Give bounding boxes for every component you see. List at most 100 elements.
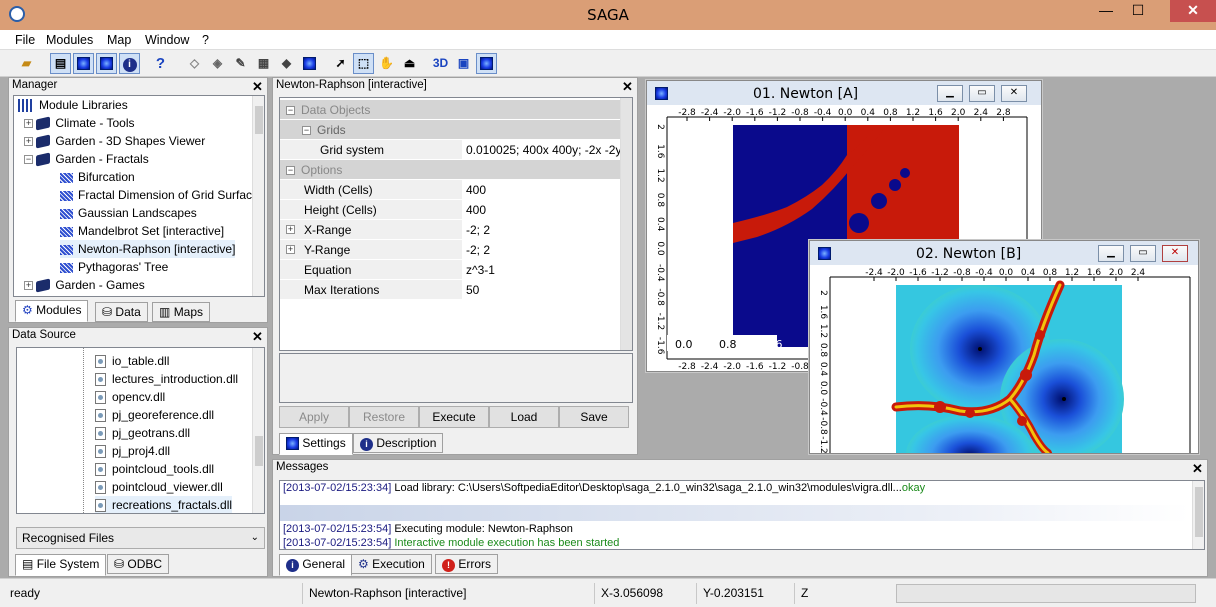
expand-icon[interactable]: + xyxy=(286,225,295,234)
maximize-button[interactable]: ☐ xyxy=(1124,0,1152,22)
data-source-close-icon[interactable]: ✕ xyxy=(252,329,263,345)
tool-5-icon[interactable]: ◆ xyxy=(276,53,297,74)
tool-4-icon[interactable]: ▦ xyxy=(253,53,274,74)
tab-modules[interactable]: ⚙ Modules xyxy=(15,300,89,322)
tree-item-3d-shapes[interactable]: + Garden - 3D Shapes Viewer xyxy=(24,132,205,150)
map-window-b[interactable]: 02. Newton [B] ▁ ▭ ✕ -2.4 -2.0 -1.6 -1.2… xyxy=(809,240,1199,454)
collapse-icon[interactable]: − xyxy=(286,166,295,176)
minimize-button[interactable]: ▁ xyxy=(937,85,963,102)
data-source-toggle-icon[interactable] xyxy=(73,53,94,74)
tree-item-climate[interactable]: + Climate - Tools xyxy=(24,114,134,132)
menu-map[interactable]: Map xyxy=(107,33,131,47)
menu-window[interactable]: Window xyxy=(145,33,189,47)
manager-close-icon[interactable]: ✕ xyxy=(252,79,263,95)
tree-root[interactable]: Module Libraries xyxy=(18,96,128,114)
execute-button[interactable]: Execute xyxy=(419,406,489,428)
open-folder-icon[interactable]: ▰ xyxy=(16,53,37,74)
minimize-button[interactable]: ▁ xyxy=(1098,245,1124,262)
tree-item-games[interactable]: + Garden - Games xyxy=(24,276,145,294)
map-b-canvas[interactable]: -2.4 -2.0 -1.6 -1.2 -0.8 -0.4 0.0 0.4 0.8 1.2 1.6 2… xyxy=(810,265,1198,453)
scroll-thumb[interactable] xyxy=(255,106,263,134)
tab-odbc[interactable]: ⛁ ODBC xyxy=(107,554,170,574)
tool-6-icon[interactable] xyxy=(299,53,320,74)
save-button[interactable]: Save xyxy=(559,406,629,428)
tool-1-icon[interactable]: ◇ xyxy=(184,53,205,74)
3d-view-icon[interactable]: 3D xyxy=(430,53,451,74)
file-tree-scrollbar[interactable] xyxy=(252,348,264,513)
collapse-icon[interactable]: − xyxy=(24,155,33,165)
section-grids[interactable]: − Grids xyxy=(280,120,630,140)
tree-item-mandelbrot[interactable]: Mandelbrot Set [interactive] xyxy=(60,222,224,240)
menu-modules[interactable]: Modules xyxy=(46,33,93,47)
load-button[interactable]: Load xyxy=(489,406,559,428)
tab-description[interactable]: i Description xyxy=(353,433,444,453)
property-value[interactable]: -2; 2 xyxy=(462,220,630,240)
file-item[interactable]: pointcloud_viewer.dll xyxy=(95,478,223,496)
layout-icon[interactable]: ▣ xyxy=(453,53,474,74)
tree-item-bifurcation[interactable]: Bifurcation xyxy=(60,168,135,186)
file-item[interactable]: pj_proj4.dll xyxy=(95,442,170,460)
tab-execution[interactable]: ⚙ Execution xyxy=(351,554,432,574)
tree-item-newton-raphson[interactable]: Newton-Raphson [interactive] xyxy=(60,240,236,258)
file-item[interactable]: opencv.dll xyxy=(95,388,165,406)
property-value[interactable]: -2; 2 xyxy=(462,240,630,260)
tool-2-icon[interactable]: ◈ xyxy=(207,53,228,74)
property-width[interactable]: Width (Cells) 400 xyxy=(280,180,630,200)
apply-button[interactable]: Apply xyxy=(279,406,349,428)
section-options[interactable]: − Options xyxy=(280,160,630,180)
file-item[interactable]: pointcloud_tools.dll xyxy=(95,460,214,478)
expand-icon[interactable]: + xyxy=(24,119,33,129)
file-item[interactable]: io_table.dll xyxy=(95,352,169,370)
info-toggle-icon[interactable]: i xyxy=(119,53,140,74)
expand-icon[interactable]: + xyxy=(24,281,33,291)
collapse-icon[interactable]: − xyxy=(286,106,295,116)
property-max-iterations[interactable]: Max Iterations 50 xyxy=(280,280,630,300)
property-y-range[interactable]: + Y-Range -2; 2 xyxy=(280,240,630,260)
maximize-button[interactable]: ▭ xyxy=(969,85,995,102)
menu-help[interactable]: ? xyxy=(202,33,209,47)
property-value[interactable]: 50 xyxy=(462,280,630,300)
property-value[interactable]: 400 xyxy=(462,200,630,220)
file-item[interactable]: pj_geotrans.dll xyxy=(95,424,190,442)
collapse-icon[interactable]: − xyxy=(302,126,311,136)
pan-hand-icon[interactable]: ✋ xyxy=(376,53,397,74)
expand-icon[interactable]: + xyxy=(24,137,33,147)
help-icon[interactable]: ? xyxy=(150,53,171,74)
tab-data[interactable]: ⛁ Data xyxy=(95,302,148,322)
tree-item-gaussian[interactable]: Gaussian Landscapes xyxy=(60,204,197,222)
property-grid-system[interactable]: Grid system 0.010025; 400x 400y; -2x -2y xyxy=(280,140,630,160)
file-item-selected[interactable]: recreations_fractals.dll xyxy=(95,496,233,513)
property-equation[interactable]: Equation z^3-1 xyxy=(280,260,630,280)
property-grid-scrollbar[interactable] xyxy=(620,98,632,350)
tool-3-icon[interactable]: ✎ xyxy=(230,53,251,74)
settings-toggle-icon[interactable] xyxy=(96,53,117,74)
tab-settings[interactable]: Settings xyxy=(279,433,353,455)
messages-close-icon[interactable]: ✕ xyxy=(1192,461,1203,477)
expand-icon[interactable]: + xyxy=(286,245,295,254)
close-button[interactable]: ✕ xyxy=(1001,85,1027,102)
zoom-box-icon[interactable]: ⬚ xyxy=(353,53,374,74)
restore-button[interactable]: Restore xyxy=(349,406,419,428)
settings-close-icon[interactable]: ✕ xyxy=(622,79,633,95)
manager-scrollbar[interactable] xyxy=(252,96,264,296)
tab-file-system[interactable]: ▤ File System xyxy=(15,554,107,576)
menu-file[interactable]: File xyxy=(15,33,35,47)
close-button[interactable]: ✕ xyxy=(1170,0,1216,22)
tab-maps[interactable]: ▥ Maps xyxy=(152,302,211,322)
scroll-thumb[interactable] xyxy=(1195,487,1203,537)
section-data-objects[interactable]: − Data Objects xyxy=(280,100,630,120)
manager-toggle-icon[interactable]: ▤ xyxy=(50,53,71,74)
close-button[interactable]: ✕ xyxy=(1162,245,1188,262)
tree-item-pythagoras[interactable]: Pythagoras' Tree xyxy=(60,258,168,276)
scroll-thumb[interactable] xyxy=(255,436,263,466)
file-filter-select[interactable]: Recognised Files ⌄ xyxy=(16,527,265,549)
measure-icon[interactable]: ⏏ xyxy=(399,53,420,74)
property-value[interactable]: z^3-1 xyxy=(462,260,630,280)
tree-item-fractals[interactable]: − Garden - Fractals xyxy=(24,150,149,168)
minimize-button[interactable]: — xyxy=(1092,0,1120,22)
file-item[interactable]: lectures_introduction.dll xyxy=(95,370,238,388)
tab-general[interactable]: i General xyxy=(279,554,353,576)
property-value[interactable]: 0.010025; 400x 400y; -2x -2y xyxy=(462,140,630,160)
tree-item-fractal-dimension[interactable]: Fractal Dimension of Grid Surface xyxy=(60,186,259,204)
file-item[interactable]: pj_georeference.dll xyxy=(95,406,214,424)
